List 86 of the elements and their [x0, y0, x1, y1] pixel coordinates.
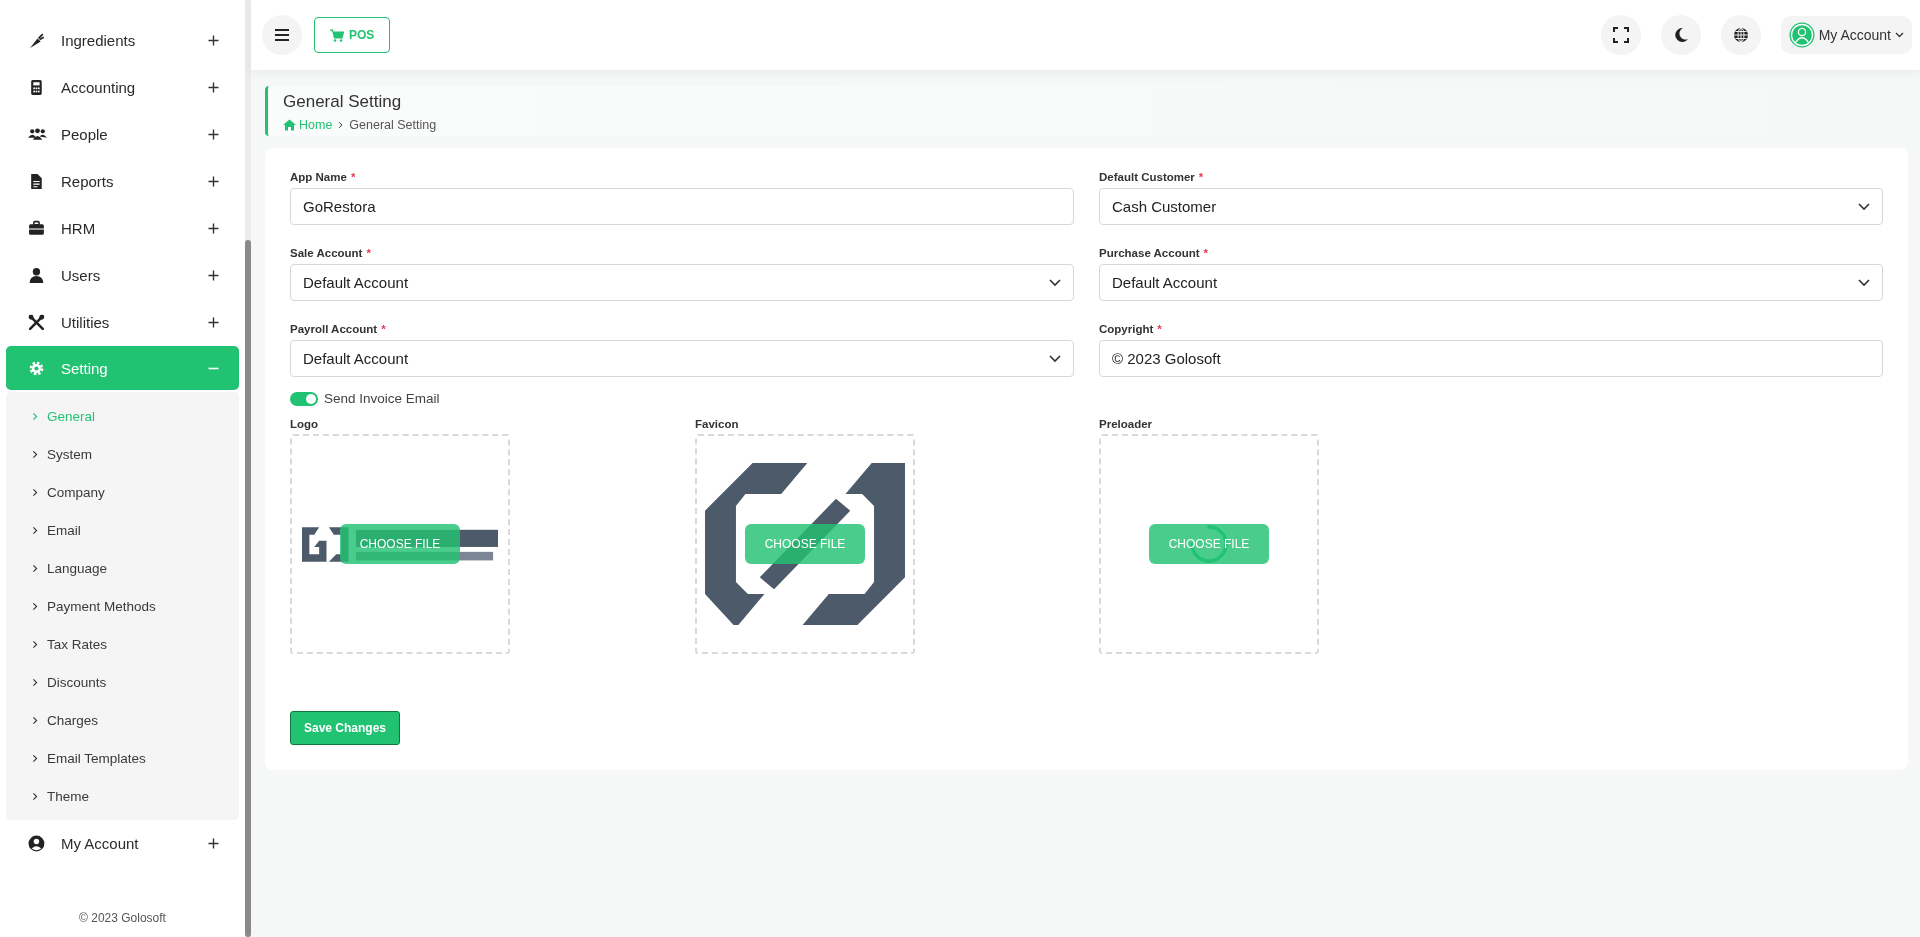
sidebar-item[interactable]: People	[6, 111, 239, 158]
menu-button[interactable]	[262, 15, 302, 55]
select-field[interactable]: Default Account	[290, 340, 1074, 377]
fullscreen-button[interactable]	[1600, 15, 1641, 55]
sidebar-item[interactable]: Accounting	[6, 64, 239, 111]
required-mark: *	[1203, 247, 1209, 259]
chevron-right-icon	[31, 410, 39, 422]
text-field[interactable]: GoRestora	[290, 188, 1074, 225]
sidebar-item[interactable]: Ingredients	[6, 17, 239, 64]
required-mark: *	[381, 323, 386, 335]
chevron-right-icon	[31, 676, 39, 688]
submenu-item[interactable]: Company	[6, 473, 239, 511]
chevron-right-icon	[337, 120, 345, 130]
submenu-item[interactable]: Tax Rates	[6, 625, 239, 663]
submenu-item[interactable]: Language	[6, 549, 239, 587]
text-field[interactable]: © 2023 Golosoft	[1099, 340, 1883, 377]
moon-icon	[1672, 27, 1689, 43]
chevron-down-icon	[1858, 202, 1870, 211]
submenu-item[interactable]: Discounts	[6, 663, 239, 701]
sidebar-item[interactable]: Utilities	[6, 299, 239, 346]
upload-label: Logo	[290, 418, 320, 430]
submenu-item[interactable]: System	[6, 435, 239, 473]
chevron-right-icon	[31, 752, 39, 764]
language-button[interactable]	[1720, 15, 1761, 55]
briefcase-icon	[28, 220, 47, 237]
toggle-label: Send Invoice Email	[324, 391, 440, 406]
sidebar-item[interactable]: Reports	[6, 158, 239, 205]
submenu-item[interactable]: Email Templates	[6, 739, 239, 777]
page-title: General Setting	[283, 92, 403, 112]
plus-icon[interactable]	[208, 270, 219, 281]
menu-icon	[274, 28, 290, 42]
chevron-right-icon	[31, 638, 39, 650]
cart-icon	[330, 28, 344, 42]
field-label: App Name	[290, 171, 347, 183]
scrollbar-thumb[interactable]	[245, 240, 251, 937]
chevron-down-icon	[1858, 278, 1870, 287]
required-mark: *	[1198, 171, 1204, 183]
plus-icon[interactable]	[208, 176, 219, 187]
chevron-down-icon	[1895, 32, 1904, 38]
account-icon	[28, 835, 47, 852]
avatar-icon	[1788, 22, 1815, 48]
people-icon	[28, 126, 47, 143]
chevron-down-icon	[1049, 278, 1061, 287]
breadcrumb-current: General Setting	[349, 118, 437, 132]
submenu-item[interactable]: Theme	[6, 777, 239, 815]
sidebar-item[interactable]: Users	[6, 252, 239, 299]
globe-icon	[1732, 27, 1749, 43]
field-label: Default Customer	[1099, 171, 1195, 183]
upload-label: Favicon	[695, 418, 740, 430]
plus-icon[interactable]	[208, 82, 219, 93]
chevron-right-icon	[31, 600, 39, 612]
tools-icon	[28, 314, 47, 331]
select-field[interactable]: Cash Customer	[1099, 188, 1883, 225]
field-label: Payroll Account	[290, 323, 378, 335]
field-label: Purchase Account	[1099, 247, 1200, 259]
field-label: Sale Account	[290, 247, 363, 259]
account-menu-button[interactable]: My Account	[1780, 16, 1912, 54]
chevron-right-icon	[31, 714, 39, 726]
required-mark: *	[350, 171, 356, 183]
sidebar-item[interactable]: My Account	[6, 820, 239, 867]
chevron-right-icon	[31, 790, 39, 802]
plus-icon[interactable]	[208, 35, 219, 46]
plus-icon[interactable]	[208, 838, 219, 849]
chevron-right-icon	[31, 524, 39, 536]
copyright-text: © 2023 Golosoft	[79, 911, 166, 927]
plus-icon[interactable]	[208, 223, 219, 234]
plus-icon[interactable]	[208, 129, 219, 140]
plus-icon[interactable]	[208, 317, 219, 328]
upload-label: Preloader	[1099, 418, 1154, 430]
select-field[interactable]: Default Account	[1099, 264, 1883, 301]
dark-mode-button[interactable]	[1660, 15, 1701, 55]
required-mark: *	[1157, 323, 1162, 335]
chevron-right-icon	[31, 486, 39, 498]
required-mark: *	[366, 247, 371, 259]
submenu-item[interactable]: Charges	[6, 701, 239, 739]
home-icon	[283, 119, 296, 131]
chevron-right-icon	[31, 562, 39, 574]
chevron-down-icon	[1049, 354, 1061, 363]
chevron-right-icon	[31, 448, 39, 460]
submenu-item[interactable]: Payment Methods	[6, 587, 239, 625]
select-field[interactable]: Default Account	[290, 264, 1074, 301]
field-label: Copyright	[1099, 323, 1154, 335]
submenu-item[interactable]: Email	[6, 511, 239, 549]
fullscreen-icon	[1612, 27, 1629, 43]
sidebar-item[interactable]: HRM	[6, 205, 239, 252]
toggle-switch[interactable]	[290, 391, 318, 406]
